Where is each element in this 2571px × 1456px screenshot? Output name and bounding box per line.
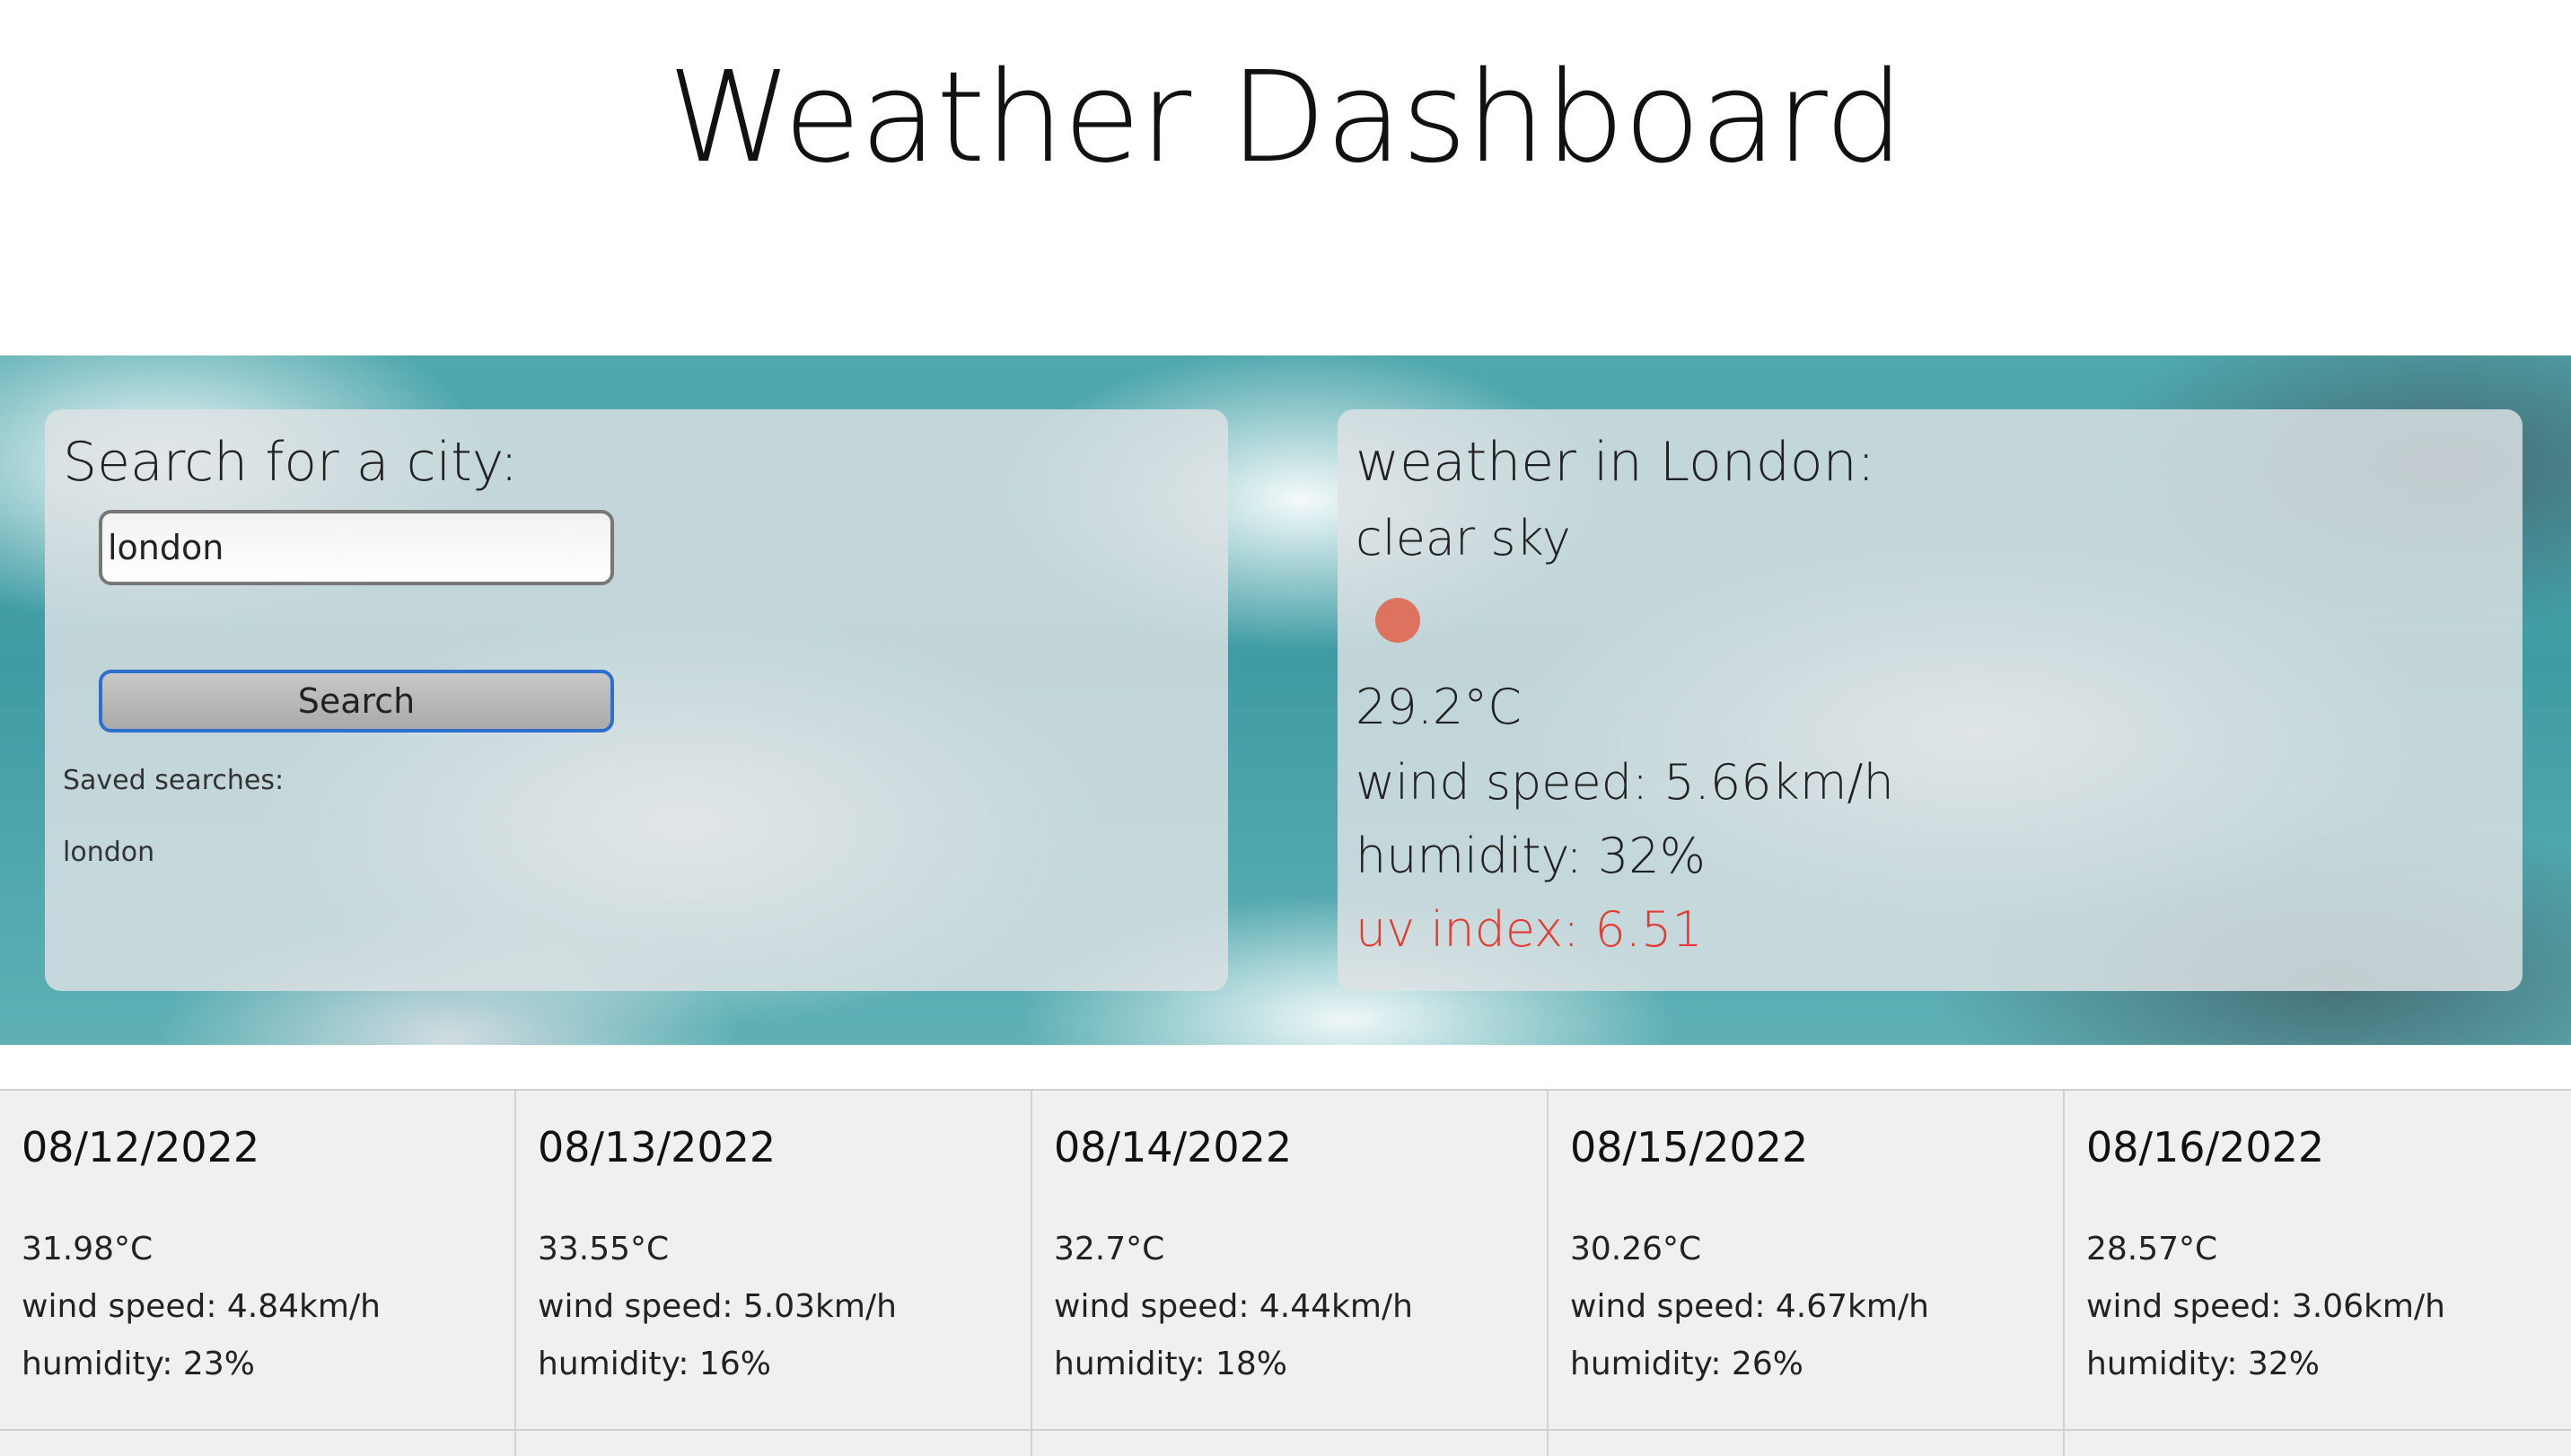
forecast-temperature: 30.26°C	[1570, 1231, 1702, 1267]
forecast-card: 08/13/2022 33.55°C wind speed: 5.03km/h …	[516, 1091, 1032, 1456]
forecast-date: 08/14/2022	[1054, 1123, 1293, 1171]
forecast-humidity: humidity: 32%	[2086, 1346, 2320, 1382]
search-button[interactable]: Search	[99, 670, 614, 732]
forecast-humidity: humidity: 18%	[1054, 1346, 1287, 1382]
current-weather-heading: weather in London:	[1356, 431, 1875, 494]
forecast-card: 08/16/2022 28.57°C wind speed: 3.06km/h …	[2065, 1091, 2571, 1456]
forecast-wind-speed: wind speed: 4.84km/h	[22, 1288, 381, 1325]
forecast-wind-speed: wind speed: 3.06km/h	[2086, 1288, 2445, 1325]
forecast-date: 08/12/2022	[22, 1123, 260, 1171]
current-wind-speed: wind speed: 5.66km/h	[1356, 754, 1894, 811]
forecast-date: 08/15/2022	[1570, 1123, 1809, 1171]
forecast-date: 08/13/2022	[538, 1123, 777, 1171]
forecast-humidity: humidity: 23%	[22, 1346, 255, 1382]
page-title: Weather Dashboard	[667, 45, 1905, 191]
weather-description: clear sky	[1356, 510, 1571, 566]
search-heading: Search for a city:	[63, 431, 519, 494]
forecast-humidity: humidity: 26%	[1570, 1346, 1803, 1382]
forecast-humidity: humidity: 16%	[538, 1346, 771, 1382]
forecast-card: 08/12/2022 31.98°C wind speed: 4.84km/h …	[0, 1091, 516, 1456]
search-panel: Search for a city: Search Saved searches…	[45, 409, 1228, 991]
sun-icon	[1375, 598, 1420, 643]
forecast-row: 08/12/2022 31.98°C wind speed: 4.84km/h …	[0, 1089, 2571, 1456]
forecast-card: 08/14/2022 32.7°C wind speed: 4.44km/h h…	[1032, 1091, 1549, 1456]
current-weather-panel: weather in London: clear sky 29.2°C wind…	[1338, 409, 2523, 991]
saved-searches-label: Saved searches:	[63, 765, 285, 796]
current-uv-index: uv index: 6.51	[1356, 901, 1703, 958]
forecast-wind-speed: wind speed: 4.44km/h	[1054, 1288, 1413, 1325]
city-search-input[interactable]	[99, 510, 614, 585]
forecast-divider	[0, 1429, 2571, 1431]
forecast-temperature: 31.98°C	[22, 1231, 154, 1267]
forecast-temperature: 33.55°C	[538, 1231, 670, 1267]
forecast-wind-speed: wind speed: 4.67km/h	[1570, 1288, 1929, 1325]
forecast-wind-speed: wind speed: 5.03km/h	[538, 1288, 897, 1325]
current-humidity: humidity: 32%	[1356, 828, 1706, 884]
forecast-temperature: 28.57°C	[2086, 1231, 2218, 1267]
current-temperature: 29.2°C	[1356, 679, 1522, 735]
hero-banner: Search for a city: Search Saved searches…	[0, 355, 2571, 1045]
saved-search-item[interactable]: london	[63, 837, 154, 868]
forecast-card: 08/15/2022 30.26°C wind speed: 4.67km/h …	[1549, 1091, 2065, 1456]
forecast-temperature: 32.7°C	[1054, 1231, 1165, 1267]
forecast-date: 08/16/2022	[2086, 1123, 2325, 1171]
